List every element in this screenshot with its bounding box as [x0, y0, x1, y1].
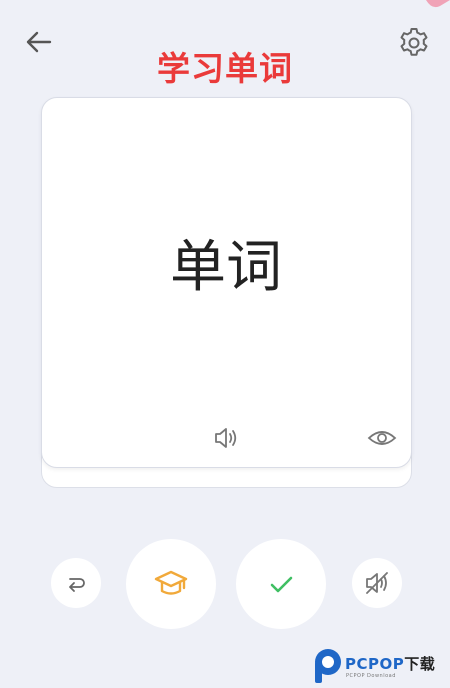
eye-icon[interactable]	[367, 425, 397, 451]
graduation-cap-icon	[154, 570, 188, 595]
watermark-brand: PCPOP	[345, 655, 405, 673]
page-title: 学习单词	[157, 49, 293, 88]
watermark: PCPOP下载 PCPOP Download	[312, 646, 450, 688]
watermark-suffix: 下载	[404, 655, 436, 673]
watermark-text: PCPOP下载	[345, 653, 435, 674]
watermark-subtext: PCPOP Download	[346, 673, 396, 679]
speaker-muted-icon	[366, 572, 388, 594]
top-bar: 学习单词	[0, 0, 450, 90]
repeat-icon	[69, 578, 85, 592]
repeat-button[interactable]	[51, 558, 101, 608]
checkmark-icon	[270, 576, 293, 593]
known-button[interactable]	[236, 539, 326, 629]
learn-button[interactable]	[126, 539, 216, 629]
corner-accent-shape	[426, 0, 450, 8]
gear-icon[interactable]	[397, 26, 431, 60]
speaker-icon[interactable]	[212, 424, 240, 452]
card-word: 单词	[170, 235, 282, 300]
pcpop-logo-icon	[315, 649, 341, 683]
mute-button[interactable]	[352, 558, 402, 608]
